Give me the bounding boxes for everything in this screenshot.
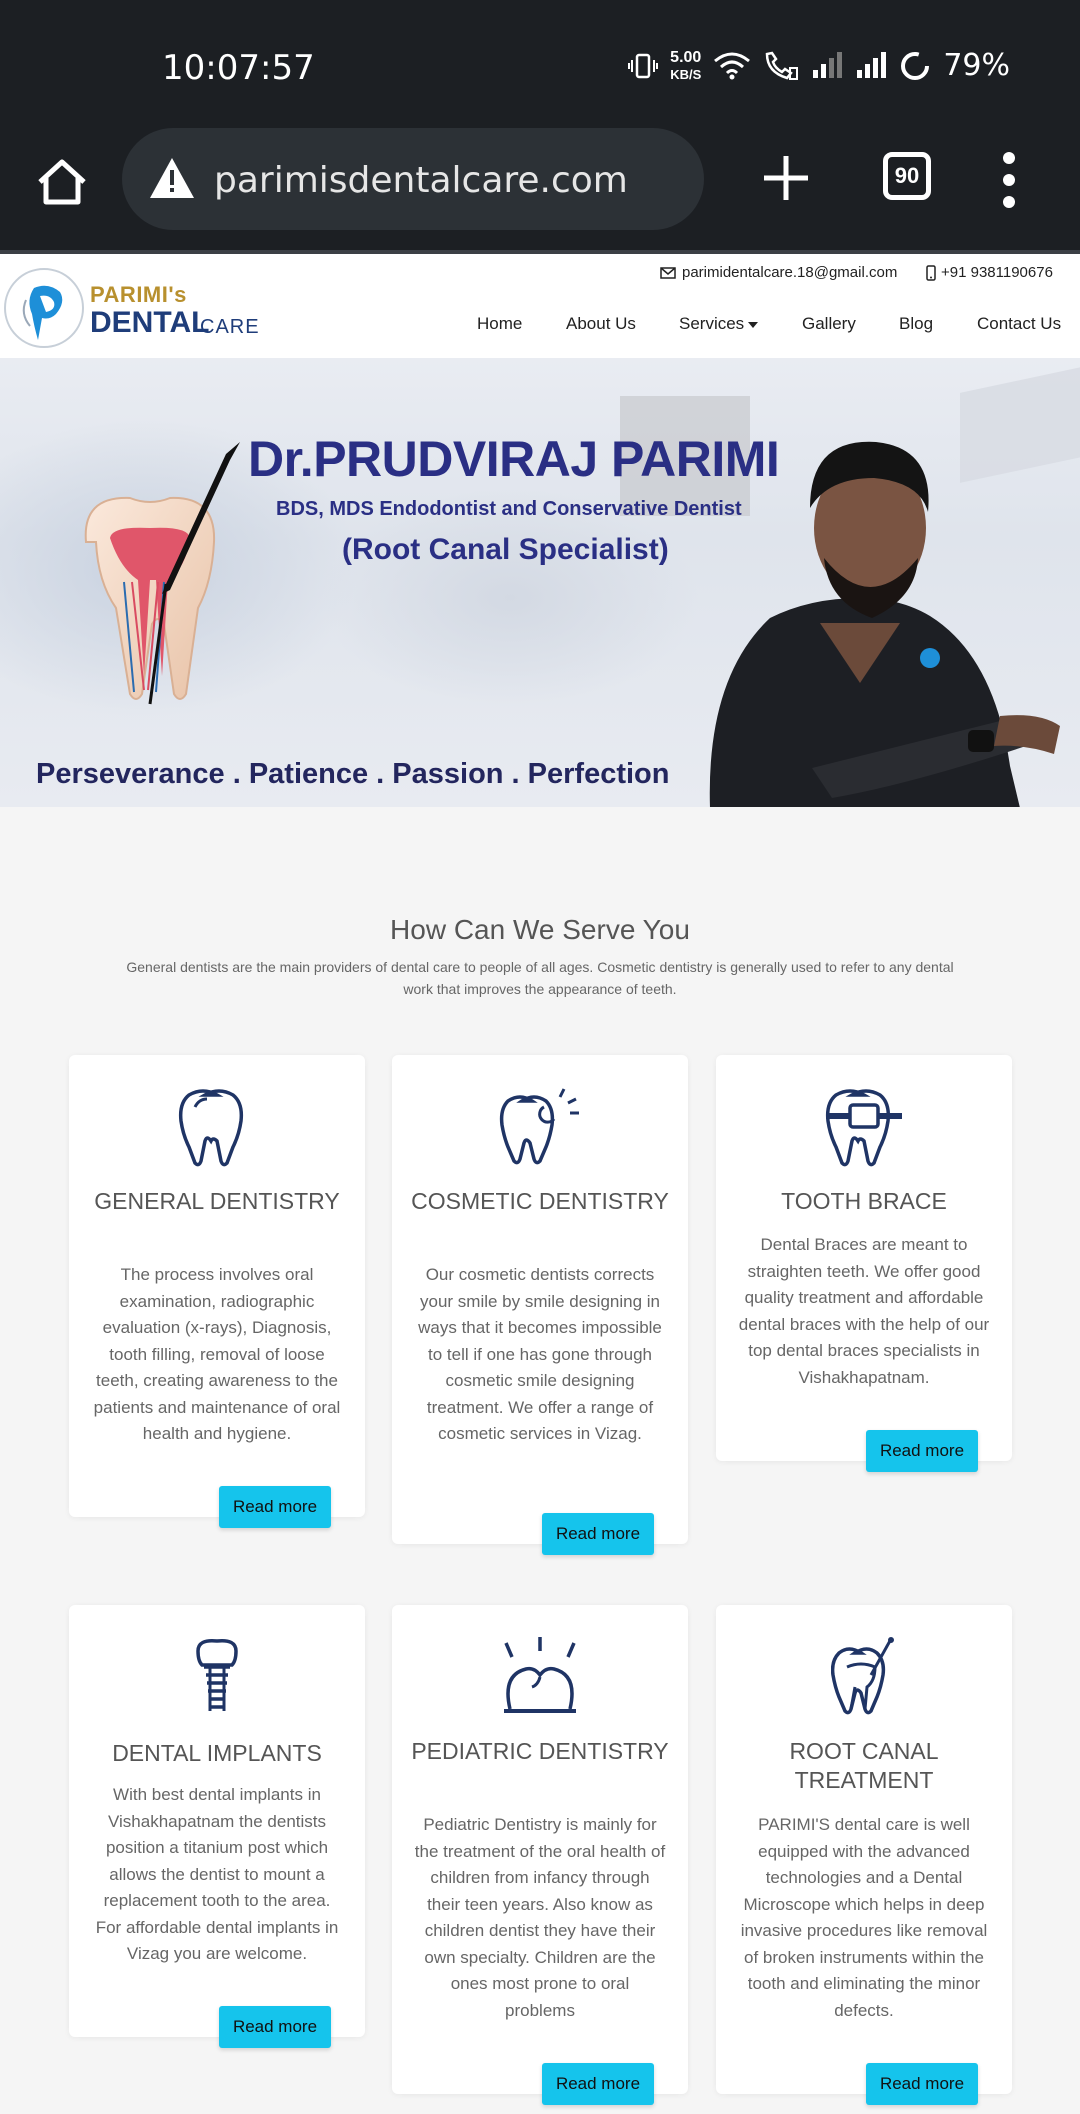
new-tab-icon[interactable] [758, 150, 814, 206]
root-canal-tooth-illustration [84, 442, 240, 705]
contact-phone[interactable]: +91 9381190676 [926, 264, 1053, 281]
read-more-button[interactable]: Read more [866, 2063, 978, 2105]
card-icon-wrap [69, 1085, 365, 1167]
nav-contact-us[interactable]: Contact Us [977, 314, 1061, 334]
status-bar: 10:07:57 5.00 KB/S 79% [0, 0, 1080, 120]
sparkle-tooth-icon [499, 1088, 579, 1165]
battery-ring-icon [901, 51, 930, 80]
card-title: ROOT CANAL TREATMENT [789, 1738, 939, 1793]
card-icon-wrap [69, 1637, 365, 1717]
nav-services[interactable]: Services [679, 314, 759, 334]
doctor-qualifications: BDS, MDS Endodontist and Conservative De… [276, 498, 742, 520]
service-card-implants: DENTAL IMPLANTS With best dental implant… [69, 1605, 365, 2048]
contact-email[interactable]: parimidentalcare.18@gmail.com [660, 264, 897, 281]
read-more-button[interactable]: Read more [542, 1513, 654, 1555]
wifi-calling-icon [766, 51, 799, 80]
card-text: Pediatric Dentistry is mainly for the tr… [414, 1815, 666, 2020]
card-text: Dental Braces are meant to straighten te… [738, 1235, 990, 1387]
browser-toolbar: parimisdentalcare.com 90 [0, 120, 1080, 250]
vibrate-icon [628, 53, 659, 78]
card-icon-wrap [716, 1085, 1012, 1167]
nav-about-us[interactable]: About Us [566, 314, 636, 334]
read-more-button[interactable]: Read more [866, 1430, 978, 1472]
nav-blog[interactable]: Blog [899, 314, 933, 334]
services-subtitle: General dentists are the main providers … [126, 959, 954, 997]
hero-bg-equipment [320, 488, 700, 708]
logo-name: PARIMI's [90, 282, 187, 307]
service-card-pediatric: PEDIATRIC DENTISTRY Pediatric Dentistry … [392, 1605, 688, 2105]
hero-banner: Dr.PRUDVIRAJ PARIMI BDS, MDS Endodontist… [0, 358, 1080, 807]
home-icon[interactable] [34, 154, 90, 210]
card-icon-wrap [392, 1637, 688, 1715]
nav-gallery[interactable]: Gallery [802, 314, 856, 334]
mobile-phone-icon [926, 264, 936, 281]
card-title: PEDIATRIC DENTISTRY [411, 1738, 669, 1764]
nav-home[interactable]: Home [477, 314, 522, 334]
network-speed: 5.00 KB/S [670, 48, 702, 82]
tooth-icon [178, 1089, 244, 1167]
caret-down-icon [748, 321, 759, 328]
battery-level: 79% [943, 48, 1010, 83]
address-bar[interactable]: parimisdentalcare.com [122, 128, 704, 230]
url-text[interactable]: parimisdentalcare.com [214, 160, 628, 201]
card-text: PARIMI'S dental care is well equipped wi… [740, 1815, 988, 2020]
card-icon-wrap [716, 1637, 1012, 1717]
pediatric-tooth-icon [504, 1637, 576, 1713]
main-nav: Home About Us Services Gallery Blog Cont… [0, 314, 1080, 344]
site-header: PARIMI's DENTAL CARE parimidentalcare.18… [0, 254, 1080, 358]
status-icons: 5.00 KB/S 79% [628, 48, 1010, 83]
read-more-button[interactable]: Read more [219, 2006, 331, 2048]
card-title: DENTAL IMPLANTS [112, 1740, 322, 1766]
card-text: The process involves oral examination, r… [93, 1265, 341, 1443]
read-more-button[interactable]: Read more [219, 1486, 331, 1528]
card-title: GENERAL DENTISTRY [94, 1188, 340, 1214]
signal-icon-2 [857, 51, 887, 78]
service-card-general: GENERAL DENTISTRY The process involves o… [69, 1055, 365, 1528]
hero-tagline: Perseverance . Patience . Passion . Perf… [36, 758, 670, 790]
wifi-icon [714, 52, 751, 79]
root-canal-icon [831, 1637, 894, 1715]
card-icon-wrap [392, 1087, 688, 1167]
card-title: COSMETIC DENTISTRY [411, 1188, 669, 1214]
service-card-brace: TOOTH BRACE Dental Braces are meant to s… [716, 1055, 1012, 1472]
warning-icon[interactable] [148, 156, 196, 200]
tab-switcher-button[interactable]: 90 [883, 152, 931, 200]
dental-implant-icon [196, 1638, 238, 1711]
signal-icon-1 [813, 51, 843, 78]
more-menu-icon[interactable] [1002, 150, 1016, 210]
card-title: TOOTH BRACE [781, 1188, 947, 1214]
card-text: With best dental implants in Vishakhapat… [95, 1785, 339, 1963]
read-more-button[interactable]: Read more [542, 2063, 654, 2105]
tooth-brace-icon [825, 1089, 902, 1167]
doctor-photo [709, 441, 1060, 807]
service-card-cosmetic: COSMETIC DENTISTRY Our cosmetic dentists… [392, 1055, 688, 1555]
card-text: Our cosmetic dentists corrects your smil… [418, 1265, 662, 1443]
service-card-root-canal: ROOT CANAL TREATMENT PARIMI'S dental car… [716, 1605, 1012, 2105]
envelope-icon [660, 266, 676, 279]
status-time: 10:07:57 [162, 48, 315, 88]
doctor-specialty: (Root Canal Specialist) [342, 533, 669, 566]
services-heading: How Can We Serve You [390, 914, 690, 945]
